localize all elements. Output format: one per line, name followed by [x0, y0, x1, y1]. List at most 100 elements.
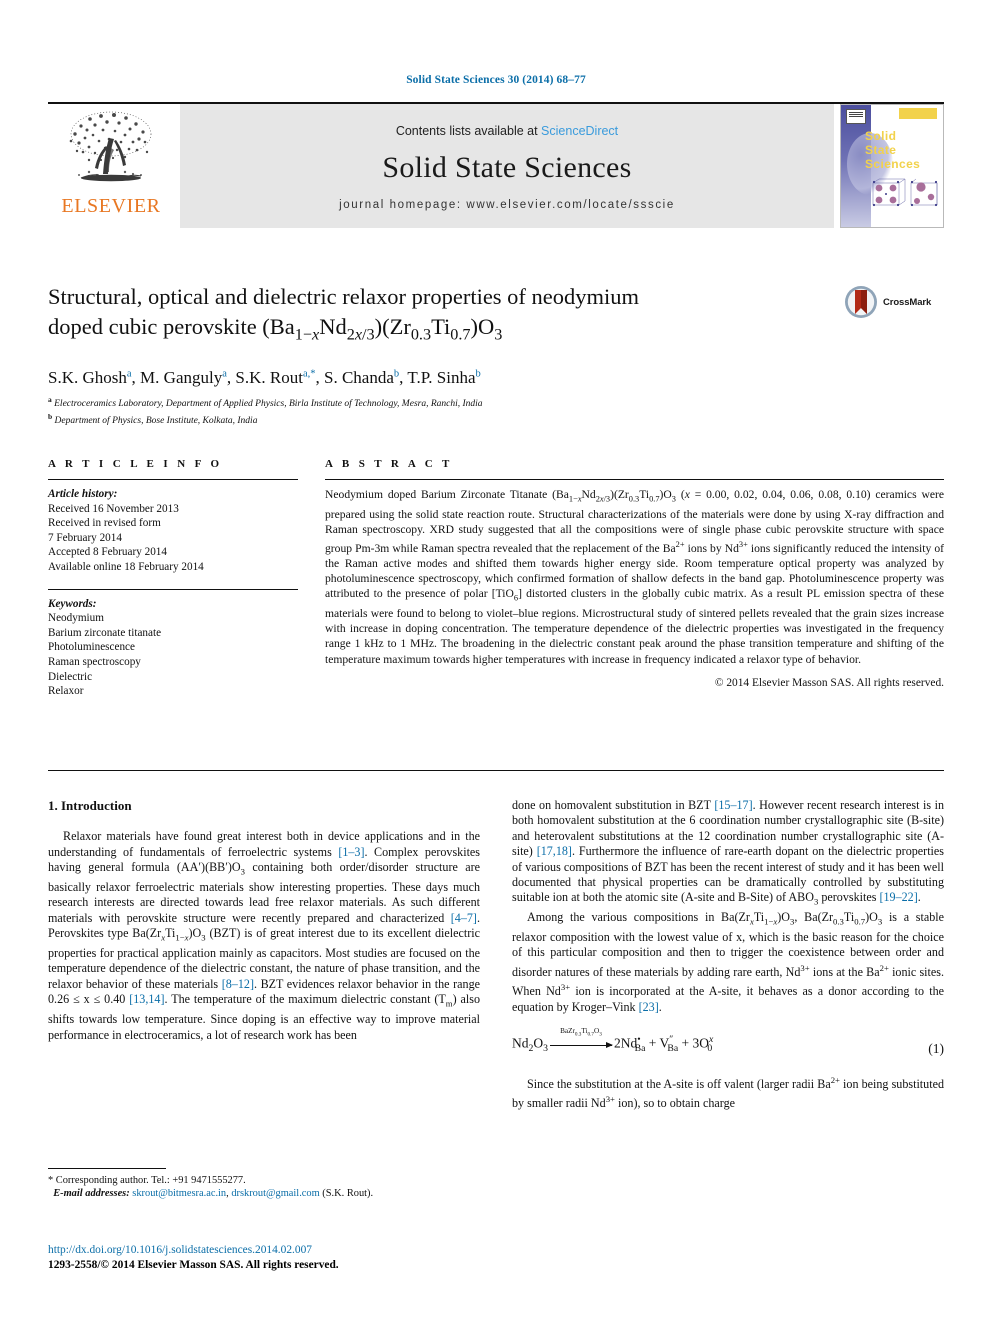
running-head: Solid State Sciences 30 (2014) 68–77: [406, 74, 586, 86]
right2-text-f: .: [658, 999, 662, 1014]
citation-1-3[interactable]: [1–3]: [338, 845, 364, 859]
history-item: Accepted 8 February 2014: [48, 546, 167, 559]
affiliation-a: a Electroceramics Laboratory, Department…: [48, 395, 483, 410]
journal-article-page: Solid State Sciences 30 (2014) 68–77 ELS…: [0, 0, 992, 1323]
affiliation-b-text: Department of Physics, Bose Institute, K…: [54, 415, 258, 426]
corresponding-author-line: * Corresponding author. Tel.: +91 947155…: [48, 1175, 246, 1186]
citation-4-7[interactable]: [4–7]: [451, 911, 477, 925]
reaction-arrow-icon: BaZr0.3Ti0.7O3: [549, 1027, 613, 1049]
citation-8-12[interactable]: [8–12]: [222, 977, 254, 991]
article-history: Article history: Received 16 November 20…: [48, 487, 298, 575]
right2-text-c: ions at the Ba: [809, 964, 880, 979]
right3-text-a: Since the substitution at the A-site is …: [527, 1076, 831, 1091]
abstract-text: Neodymium doped Barium Zirconate Titanat…: [325, 487, 944, 691]
crossmark-badge[interactable]: CrossMark: [844, 284, 944, 320]
citation-19-22[interactable]: [19–22]: [879, 890, 917, 904]
right3-text-c: ion), so to obtain charge: [614, 1096, 735, 1111]
citation-17-18[interactable]: [17,18]: [537, 844, 572, 858]
elsevier-tree-icon: [69, 111, 152, 182]
corresponding-author-footnote: * Corresponding author. Tel.: +91 947155…: [48, 1168, 480, 1201]
email-link-1[interactable]: skrout@bitmesra.ac.in: [132, 1188, 226, 1199]
elsevier-wordmark: ELSEVIER: [61, 195, 161, 217]
abstract-part-1: Neodymium doped Barium Zirconate Titanat…: [325, 488, 569, 501]
intro-paragraph-right-2: Among the various compositions in Ba(Zrx…: [512, 910, 945, 1014]
affiliation-b: b Department of Physics, Bose Institute,…: [48, 411, 258, 426]
body-column-right: done on homovalent substitution in BZT […: [512, 798, 944, 1112]
reaction-arrow-label: BaZr0.3Ti0.7O3: [560, 1027, 602, 1038]
abstract-rule: [325, 479, 944, 480]
intro-paragraph-left: Relaxor materials have found great inter…: [48, 829, 480, 1042]
body-column-left: 1. Introduction Relaxor materials have f…: [48, 798, 480, 1043]
journal-band: Contents lists available at ScienceDirec…: [180, 104, 834, 228]
issn-copyright-line: 1293-2558/© 2014 Elsevier Masson SAS. Al…: [48, 1259, 339, 1271]
cover-title: Solid State Sciences: [865, 129, 920, 171]
abstract-copyright: © 2014 Elsevier Masson SAS. All rights r…: [714, 676, 944, 689]
article-info-column: A R T I C L E I N F O Article history: R…: [48, 458, 298, 699]
cover-title-line-1: Solid: [865, 129, 897, 143]
article-info-heading: A R T I C L E I N F O: [48, 458, 223, 470]
crossmark-icon: [845, 286, 877, 318]
cover-publisher-logo-icon: [846, 109, 866, 124]
sciencedirect-link[interactable]: ScienceDirect: [541, 124, 618, 138]
history-item: 7 February 2014: [48, 531, 122, 544]
crossmark-label: CrossMark: [883, 296, 932, 308]
abstract-heading: A B S T R A C T: [325, 458, 453, 470]
email-label: E-mail addresses:: [53, 1188, 130, 1200]
affiliations: a Electroceramics Laboratory, Department…: [48, 394, 944, 427]
citation-15-17[interactable]: [15–17]: [714, 798, 752, 812]
page-title: Structural, optical and dielectric relax…: [48, 282, 838, 350]
equation-1: Nd2O3 BaZr0.3Ti0.7O3 2Nd•Ba + V″Ba + 3Ox0 …: [512, 1027, 944, 1057]
section-divider-rule: [48, 770, 944, 771]
title-line-2: doped cubic perovskite (Ba1−xNd2x/3)(Zr0…: [48, 314, 503, 344]
right2-text-a: Among the various compositions in Ba(Zr: [527, 910, 750, 925]
citation-13-14[interactable]: [13,14]: [129, 992, 164, 1006]
intro-paragraph-right-3: Since the substitution at the A-site is …: [512, 1074, 944, 1111]
doi-block: http://dx.doi.org/10.1016/j.solidstatesc…: [48, 1243, 518, 1273]
right2-text-e: ion is incorporated at the A-site, it be…: [512, 984, 945, 1014]
equation-body: Nd2O3 BaZr0.3Ti0.7O3 2Nd•Ba + V″Ba + 3Ox0: [512, 1027, 713, 1057]
right-text-a: done on homovalent substitution in BZT: [512, 798, 715, 812]
section-heading-introduction: 1. Introduction: [48, 798, 132, 813]
cover-yellow-bar: [899, 108, 937, 119]
contents-prefix: Contents lists available at: [395, 123, 542, 138]
elsevier-logo: ELSEVIER: [48, 104, 174, 228]
history-item: Available online 18 February 2014: [48, 560, 204, 573]
doi-link[interactable]: http://dx.doi.org/10.1016/j.solidstatesc…: [48, 1243, 518, 1258]
right-text-e: .: [917, 890, 921, 905]
abstract-column: A B S T R A C T Neodymium doped Barium Z…: [325, 458, 944, 691]
keyword-item: Barium zirconate titanate: [48, 626, 162, 639]
cover-crystal-structure-icon: [872, 178, 938, 207]
keyword-item: Photoluminescence: [48, 641, 135, 654]
intro-paragraph-right-1: done on homovalent substitution in BZT […: [512, 798, 944, 907]
title-area: Structural, optical and dielectric relax…: [48, 282, 944, 350]
history-item: Received 16 November 2013: [48, 502, 179, 515]
email-attribution: (S.K. Rout).: [322, 1188, 374, 1200]
cover-title-line-3: Sciences: [865, 157, 921, 171]
keyword-item: Relaxor: [48, 685, 84, 698]
citation-23[interactable]: [23]: [639, 1000, 659, 1014]
keywords-rule: [48, 588, 298, 590]
contents-list-line: Contents lists available at ScienceDirec…: [396, 124, 618, 138]
equation-number: (1): [928, 1041, 944, 1057]
article-history-label: Article history:: [48, 488, 118, 500]
author-list: S.K. Ghosha, M. Gangulya, S.K. Routa,*, …: [48, 368, 481, 387]
affiliation-a-text: Electroceramics Laboratory, Department o…: [54, 399, 483, 410]
journal-homepage-link[interactable]: journal homepage: www.elsevier.com/locat…: [339, 199, 675, 211]
keyword-item: Dielectric: [48, 670, 93, 683]
title-line-1: Structural, optical and dielectric relax…: [48, 284, 640, 309]
keywords-block: Keywords: Neodymium Barium zirconate tit…: [48, 597, 298, 699]
right-text-d: perovskites: [818, 890, 880, 905]
journal-cover-thumbnail: Solid State Sciences: [840, 104, 944, 228]
journal-masthead: ELSEVIER Contents lists available at Sci…: [48, 102, 944, 228]
footnote-rule: [48, 1168, 166, 1169]
journal-title: Solid State Sciences: [382, 150, 632, 184]
abstract-part-3: ions by Nd: [687, 541, 739, 555]
history-item: Received in revised form: [48, 517, 161, 530]
intro-text-g: . The temperature of the maximum dielect…: [164, 992, 446, 1007]
cover-title-line-2: State: [865, 143, 897, 157]
email-link-2[interactable]: drskrout@gmail.com: [231, 1188, 319, 1199]
keywords-label: Keywords:: [48, 597, 97, 610]
keyword-item: Neodymium: [48, 612, 104, 625]
email-line: E-mail addresses: skrout@bitmesra.ac.in,…: [53, 1188, 374, 1200]
article-info-rule: [48, 479, 298, 480]
